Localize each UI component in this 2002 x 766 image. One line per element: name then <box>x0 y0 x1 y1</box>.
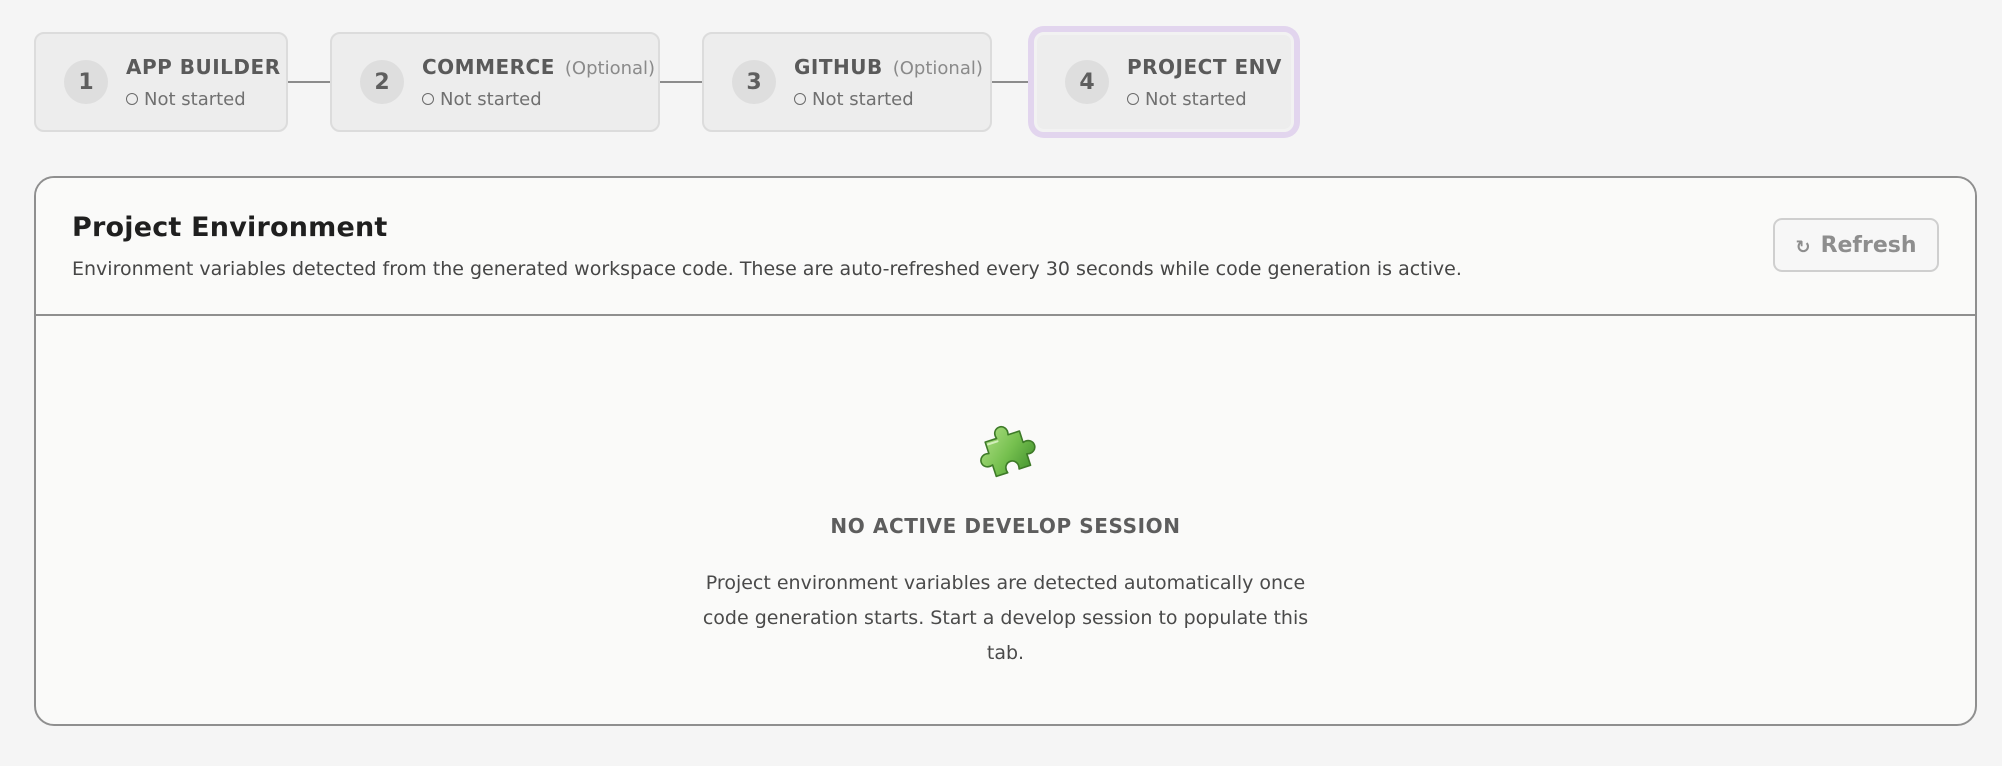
step-github[interactable]: 3 GITHUB (Optional) Not started <box>702 32 992 132</box>
step-status-label: Not started <box>1145 88 1247 110</box>
status-circle-icon <box>1127 93 1139 105</box>
puzzle-piece-icon <box>979 425 1036 478</box>
project-environment-panel: Project Environment Environment variable… <box>34 176 1977 726</box>
step-commerce[interactable]: 2 COMMERCE (Optional) Not started <box>330 32 660 132</box>
step-connector <box>992 81 1034 83</box>
empty-state-title: NO ACTIVE DEVELOP SESSION <box>830 514 1181 538</box>
step-connector <box>660 81 702 83</box>
status-circle-icon <box>794 93 806 105</box>
setup-stepper: 1 APP BUILDER Not started 2 COMMERCE (Op… <box>34 32 1294 132</box>
step-title: GITHUB <box>794 54 883 79</box>
step-status-label: Not started <box>440 88 542 110</box>
step-status: Not started <box>794 89 983 110</box>
step-title: APP BUILDER <box>126 54 281 79</box>
refresh-icon: ↻ <box>1795 236 1811 258</box>
step-number: 1 <box>64 60 108 104</box>
step-optional-label: (Optional) <box>564 57 656 79</box>
status-circle-icon <box>126 93 138 105</box>
empty-state: NO ACTIVE DEVELOP SESSION Project enviro… <box>36 316 1975 724</box>
step-status-label: Not started <box>812 88 914 110</box>
project-setup-page: 1 APP BUILDER Not started 2 COMMERCE (Op… <box>0 0 2002 766</box>
step-number: 2 <box>360 60 404 104</box>
step-optional-label: (Optional) <box>892 57 983 79</box>
panel-header: Project Environment Environment variable… <box>36 178 1975 316</box>
step-status: Not started <box>422 89 655 110</box>
step-project-env[interactable]: 4 PROJECT ENV Not started <box>1034 32 1294 132</box>
empty-state-body: Project environment variables are detect… <box>686 566 1326 671</box>
empty-state-body-line: code generation starts. Start a develop … <box>702 607 1309 664</box>
refresh-button[interactable]: ↻ Refresh <box>1773 218 1939 272</box>
step-number: 4 <box>1065 60 1109 104</box>
status-circle-icon <box>422 93 434 105</box>
step-app-builder[interactable]: 1 APP BUILDER Not started <box>34 32 288 132</box>
step-title: COMMERCE <box>422 54 555 79</box>
panel-title: Project Environment <box>72 212 388 243</box>
step-number: 3 <box>732 60 776 104</box>
step-status-label: Not started <box>144 88 246 110</box>
step-title: PROJECT ENV <box>1127 54 1282 79</box>
step-status: Not started <box>126 89 281 110</box>
refresh-label: Refresh <box>1820 232 1917 258</box>
empty-state-body-line: Project environment variables are detect… <box>705 572 1306 594</box>
step-status: Not started <box>1127 89 1282 110</box>
step-connector <box>288 81 330 83</box>
panel-description: Environment variables detected from the … <box>72 258 1462 280</box>
